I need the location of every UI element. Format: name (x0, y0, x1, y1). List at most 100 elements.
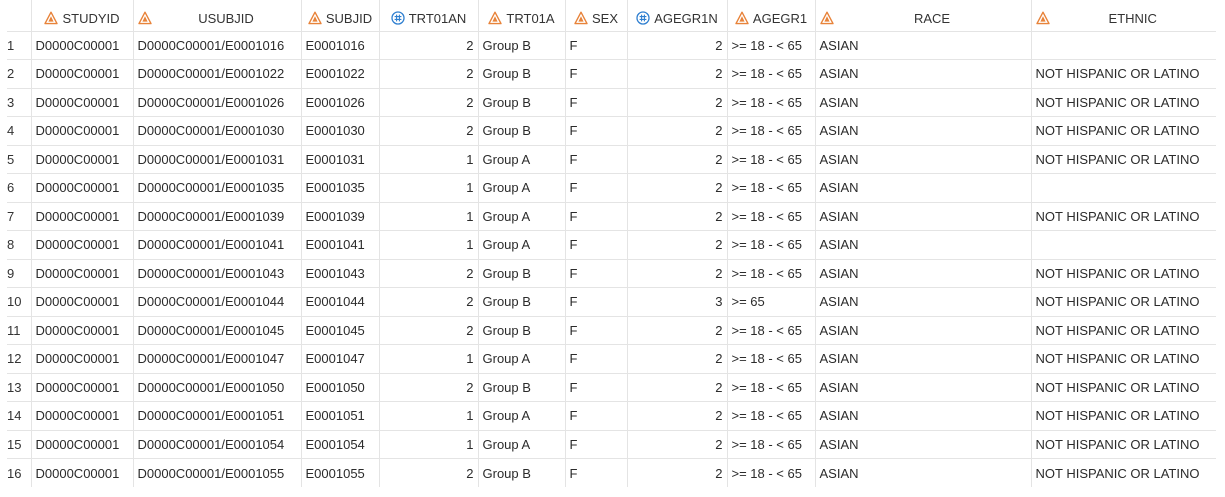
table-row[interactable]: 10 D0000C00001 D0000C00001/E0001044 E000104… (7, 287, 1216, 316)
cell-studyid[interactable]: D0000C00001 (30, 372, 133, 402)
cell-trt01an[interactable]: 1 (378, 173, 478, 202)
cell-usubjid[interactable]: D0000C00001/E0001045 (132, 315, 301, 345)
table-row[interactable]: 2 D0000C00001 D0000C00001/E0001022 E0001022… (7, 59, 1216, 88)
cell-ethnic[interactable]: NOT HISPANIC OR LATINO (1030, 116, 1216, 145)
cell-agegr1n[interactable]: 2 (626, 344, 727, 373)
cell-usubjid[interactable]: D0000C00001/E0001026 (132, 87, 301, 117)
cell-race[interactable]: ASIAN (814, 258, 1031, 288)
cell-race[interactable]: ASIAN (814, 30, 1031, 60)
cell-race[interactable]: ASIAN (814, 458, 1031, 487)
cell-agegr1n[interactable]: 2 (626, 401, 727, 430)
cell-usubjid[interactable]: D0000C00001/E0001031 (132, 144, 301, 174)
cell-trt01an[interactable]: 2 (378, 287, 478, 316)
cell-subjid[interactable]: E0001022 (300, 59, 379, 88)
cell-trt01a[interactable]: Group B (477, 30, 565, 60)
cell-sex[interactable]: F (564, 401, 627, 430)
cell-studyid[interactable]: D0000C00001 (30, 258, 133, 288)
cell-trt01a[interactable]: Group A (477, 401, 565, 430)
cell-ethnic[interactable] (1030, 173, 1216, 202)
cell-agegr1[interactable]: >= 18 - < 65 (726, 429, 815, 459)
cell-agegr1n[interactable]: 3 (626, 287, 727, 316)
column-header-ethnic[interactable]: ETHNIC (1030, 0, 1216, 32)
table-row[interactable]: 7 D0000C00001 D0000C00001/E0001039 E0001039… (7, 201, 1216, 231)
cell-trt01an[interactable]: 2 (378, 458, 478, 487)
cell-agegr1[interactable]: >= 18 - < 65 (726, 458, 815, 487)
cell-race[interactable]: ASIAN (814, 116, 1031, 145)
cell-agegr1n[interactable]: 2 (626, 87, 727, 117)
cell-sex[interactable]: F (564, 144, 627, 174)
cell-subjid[interactable]: E0001055 (300, 458, 379, 487)
cell-trt01a[interactable]: Group B (477, 372, 565, 402)
cell-agegr1n[interactable]: 2 (626, 173, 727, 202)
cell-agegr1[interactable]: >= 18 - < 65 (726, 230, 815, 259)
cell-usubjid[interactable]: D0000C00001/E0001016 (132, 30, 301, 60)
cell-trt01an[interactable]: 2 (378, 116, 478, 145)
cell-studyid[interactable]: D0000C00001 (30, 458, 133, 487)
cell-trt01a[interactable]: Group A (477, 144, 565, 174)
cell-agegr1n[interactable]: 2 (626, 315, 727, 345)
table-row[interactable]: 6 D0000C00001 D0000C00001/E0001035 E0001035… (7, 173, 1216, 202)
cell-subjid[interactable]: E0001044 (300, 287, 379, 316)
cell-trt01an[interactable]: 1 (378, 344, 478, 373)
cell-studyid[interactable]: D0000C00001 (30, 344, 133, 373)
cell-usubjid[interactable]: D0000C00001/E0001041 (132, 230, 301, 259)
cell-sex[interactable]: F (564, 59, 627, 88)
cell-subjid[interactable]: E0001030 (300, 116, 379, 145)
cell-agegr1[interactable]: >= 18 - < 65 (726, 173, 815, 202)
cell-agegr1[interactable]: >= 18 - < 65 (726, 401, 815, 430)
table-row[interactable]: 15 D0000C00001 D0000C00001/E0001054 E000105… (7, 429, 1216, 459)
cell-ethnic[interactable]: NOT HISPANIC OR LATINO (1030, 344, 1216, 373)
cell-sex[interactable]: F (564, 315, 627, 345)
cell-subjid[interactable]: E0001035 (300, 173, 379, 202)
cell-ethnic[interactable]: NOT HISPANIC OR LATINO (1030, 458, 1216, 487)
cell-agegr1n[interactable]: 2 (626, 429, 727, 459)
column-header-subjid[interactable]: SUBJID (300, 0, 379, 32)
cell-studyid[interactable]: D0000C00001 (30, 401, 133, 430)
cell-agegr1[interactable]: >= 18 - < 65 (726, 344, 815, 373)
table-row[interactable]: 3 D0000C00001 D0000C00001/E0001026 E0001026… (7, 87, 1216, 117)
cell-agegr1[interactable]: >= 18 - < 65 (726, 315, 815, 345)
cell-trt01a[interactable]: Group A (477, 173, 565, 202)
column-header-agegr1[interactable]: AGEGR1 (726, 0, 815, 32)
cell-usubjid[interactable]: D0000C00001/E0001044 (132, 287, 301, 316)
column-header-agegr1n[interactable]: AGEGR1N (626, 0, 727, 32)
cell-trt01a[interactable]: Group A (477, 344, 565, 373)
cell-sex[interactable]: F (564, 201, 627, 231)
table-row[interactable]: 5 D0000C00001 D0000C00001/E0001031 E0001031… (7, 144, 1216, 174)
column-header-trt01an[interactable]: TRT01AN (378, 0, 478, 32)
cell-agegr1n[interactable]: 2 (626, 372, 727, 402)
cell-trt01an[interactable]: 1 (378, 201, 478, 231)
cell-usubjid[interactable]: D0000C00001/E0001055 (132, 458, 301, 487)
cell-agegr1[interactable]: >= 18 - < 65 (726, 30, 815, 60)
cell-trt01an[interactable]: 2 (378, 258, 478, 288)
column-header-trt01a[interactable]: TRT01A (477, 0, 565, 32)
cell-trt01an[interactable]: 2 (378, 59, 478, 88)
cell-ethnic[interactable]: NOT HISPANIC OR LATINO (1030, 315, 1216, 345)
cell-trt01an[interactable]: 1 (378, 401, 478, 430)
cell-race[interactable]: ASIAN (814, 372, 1031, 402)
cell-race[interactable]: ASIAN (814, 87, 1031, 117)
cell-agegr1n[interactable]: 2 (626, 201, 727, 231)
cell-subjid[interactable]: E0001045 (300, 315, 379, 345)
cell-studyid[interactable]: D0000C00001 (30, 201, 133, 231)
cell-usubjid[interactable]: D0000C00001/E0001022 (132, 59, 301, 88)
cell-usubjid[interactable]: D0000C00001/E0001035 (132, 173, 301, 202)
cell-usubjid[interactable]: D0000C00001/E0001039 (132, 201, 301, 231)
cell-sex[interactable]: F (564, 258, 627, 288)
cell-subjid[interactable]: E0001050 (300, 372, 379, 402)
cell-trt01an[interactable]: 1 (378, 429, 478, 459)
cell-usubjid[interactable]: D0000C00001/E0001047 (132, 344, 301, 373)
cell-agegr1[interactable]: >= 65 (726, 287, 815, 316)
cell-trt01an[interactable]: 1 (378, 144, 478, 174)
cell-sex[interactable]: F (564, 287, 627, 316)
table-row[interactable]: 1 D0000C00001 D0000C00001/E0001016 E0001016… (7, 30, 1216, 60)
table-row[interactable]: 13 D0000C00001 D0000C00001/E0001050 E000105… (7, 372, 1216, 402)
cell-race[interactable]: ASIAN (814, 315, 1031, 345)
cell-ethnic[interactable]: NOT HISPANIC OR LATINO (1030, 201, 1216, 231)
cell-race[interactable]: ASIAN (814, 59, 1031, 88)
cell-sex[interactable]: F (564, 429, 627, 459)
cell-agegr1[interactable]: >= 18 - < 65 (726, 116, 815, 145)
cell-race[interactable]: ASIAN (814, 144, 1031, 174)
cell-trt01a[interactable]: Group B (477, 59, 565, 88)
cell-race[interactable]: ASIAN (814, 287, 1031, 316)
